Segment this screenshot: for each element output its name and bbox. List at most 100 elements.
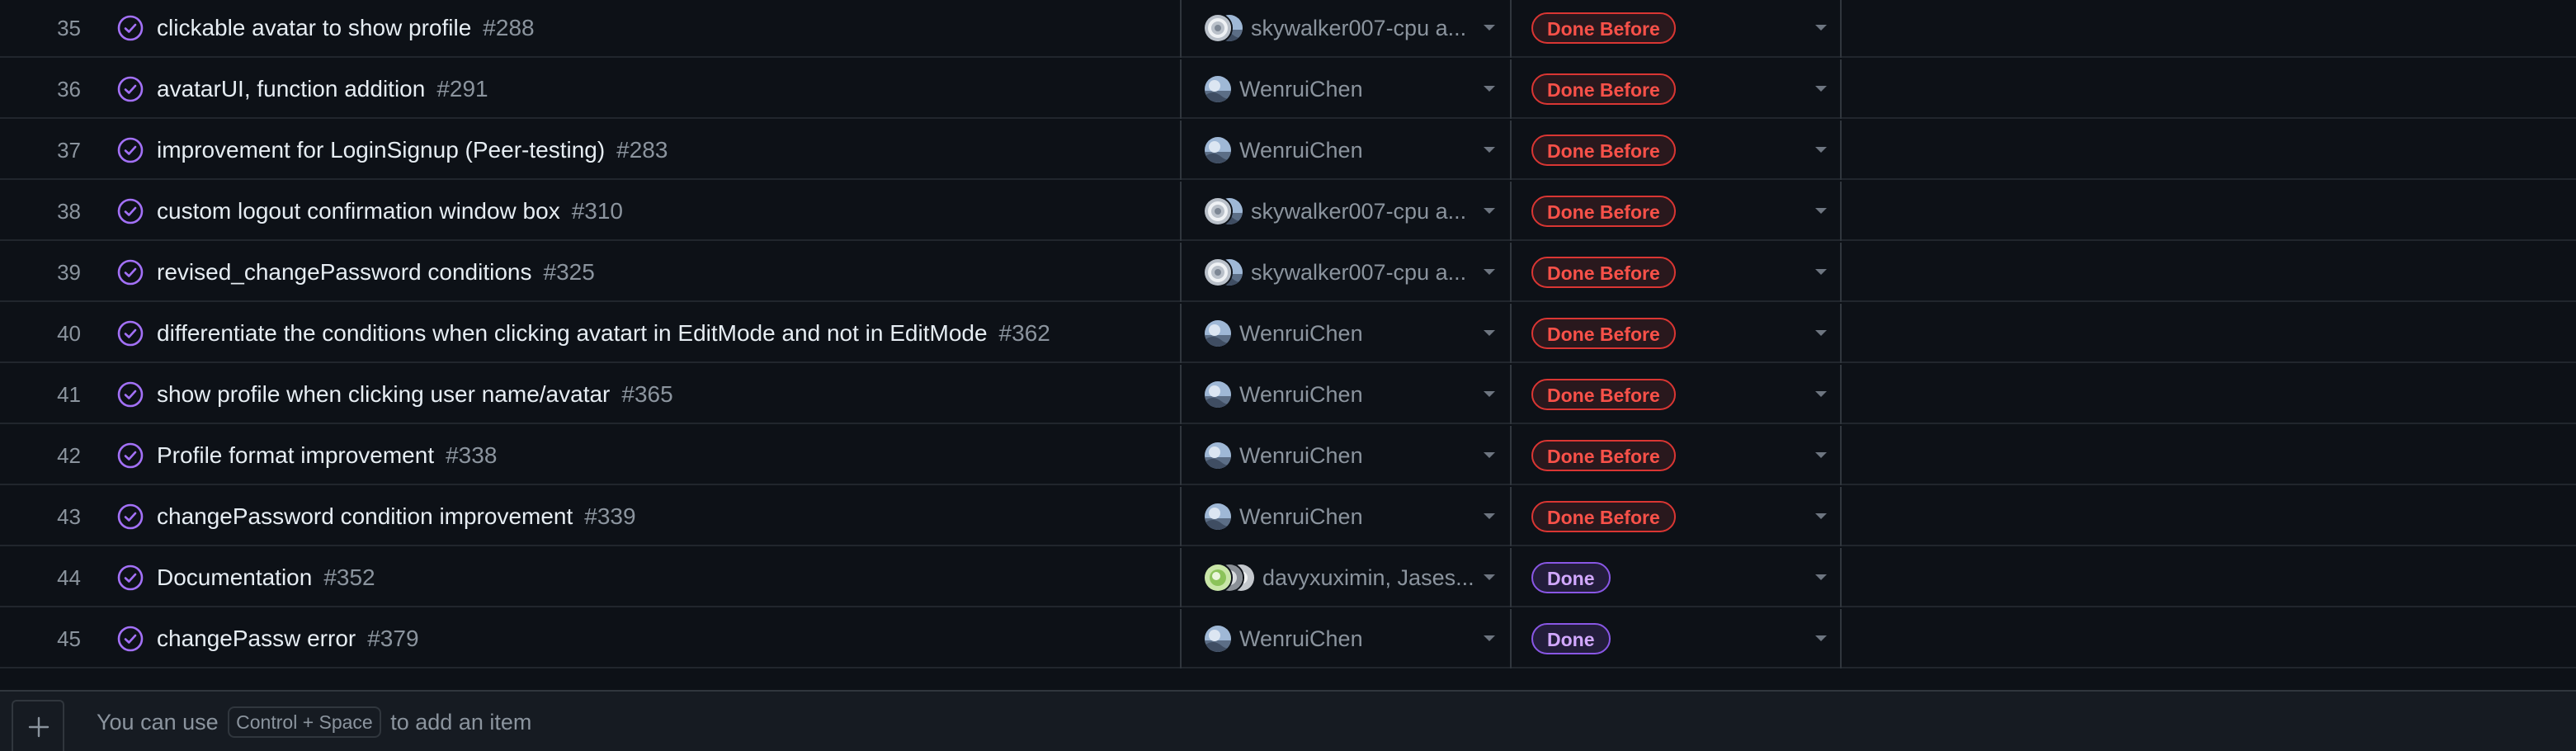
chevron-down-icon[interactable] [1484, 635, 1495, 641]
chevron-down-icon[interactable] [1815, 330, 1827, 336]
assignees-cell[interactable]: skywalker007-cpu a... [1182, 0, 1510, 58]
status-cell[interactable]: Done Before [1513, 426, 1840, 485]
status-cell[interactable]: Done Before [1513, 59, 1840, 119]
issue-number: #379 [367, 626, 419, 651]
status-cell[interactable]: Done [1513, 548, 1840, 607]
item-title[interactable]: revised_changePassword conditions [157, 259, 532, 285]
chevron-down-icon[interactable] [1815, 452, 1827, 458]
chevron-down-icon[interactable] [1484, 147, 1495, 153]
table-row[interactable]: 41 show profile when clicking user name/a… [0, 365, 2576, 424]
chevron-down-icon[interactable] [1815, 391, 1827, 397]
add-item-hint[interactable]: You can use Control + Space to add an it… [97, 692, 531, 751]
row-number: 36 [57, 77, 81, 102]
item-title[interactable]: show profile when clicking user name/ava… [157, 381, 610, 407]
chevron-down-icon[interactable] [1484, 452, 1495, 458]
issue-closed-icon [117, 442, 144, 469]
item-title-cell[interactable]: changePassword condition improvement #339 [157, 487, 636, 546]
chevron-down-icon[interactable] [1484, 25, 1495, 31]
item-title[interactable]: improvement for LoginSignup (Peer-testin… [157, 137, 605, 163]
assignees-cell[interactable]: WenruiChen [1182, 304, 1510, 363]
avatar [1203, 502, 1233, 531]
item-title[interactable]: Profile format improvement [157, 442, 434, 468]
assignees-cell[interactable]: skywalker007-cpu a... [1182, 243, 1510, 302]
item-title-cell[interactable]: custom logout confirmation window box #31… [157, 182, 623, 241]
table-row[interactable]: 43 changePassword condition improvement #3… [0, 487, 2576, 546]
chevron-down-icon[interactable] [1484, 269, 1495, 275]
chevron-down-icon[interactable] [1484, 208, 1495, 214]
column-divider [1510, 304, 1512, 363]
row-number: 37 [57, 138, 81, 163]
column-divider [1840, 609, 1842, 668]
chevron-down-icon[interactable] [1815, 269, 1827, 275]
item-title-cell[interactable]: clickable avatar to show profile #288 [157, 0, 535, 58]
table-row[interactable]: 42 Profile format improvement #338 WenruiCh… [0, 426, 2576, 485]
table-row[interactable]: 45 changePassw error #379 WenruiChen Done [0, 609, 2576, 668]
assignees-cell[interactable]: WenruiChen [1182, 426, 1510, 485]
chevron-down-icon[interactable] [1815, 635, 1827, 641]
status-cell[interactable]: Done Before [1513, 487, 1840, 546]
table-row[interactable]: 39 revised_changePassword conditions #325 s… [0, 243, 2576, 302]
item-title-cell[interactable]: show profile when clicking user name/ava… [157, 365, 673, 424]
column-divider [1840, 0, 1842, 58]
item-title-cell[interactable]: improvement for LoginSignup (Peer-testin… [157, 120, 668, 180]
item-title[interactable]: changePassw error [157, 626, 356, 651]
assignees-cell[interactable]: WenruiChen [1182, 609, 1510, 668]
status-cell[interactable]: Done Before [1513, 182, 1840, 241]
avatar [1203, 380, 1233, 409]
assignees-cell[interactable]: WenruiChen [1182, 59, 1510, 119]
assignees-cell[interactable]: WenruiChen [1182, 120, 1510, 180]
table-row[interactable]: 44 Documentation #352 davyxuximin, Jases...… [0, 548, 2576, 607]
assignees-cell[interactable]: WenruiChen [1182, 365, 1510, 424]
issue-number: #339 [584, 503, 636, 529]
chevron-down-icon[interactable] [1484, 513, 1495, 519]
assignees-cell[interactable]: davyxuximin, Jases... [1182, 548, 1510, 607]
chevron-down-icon[interactable] [1815, 25, 1827, 31]
chevron-down-icon[interactable] [1815, 86, 1827, 92]
status-cell[interactable]: Done Before [1513, 243, 1840, 302]
chevron-down-icon[interactable] [1484, 391, 1495, 397]
chevron-down-icon[interactable] [1815, 147, 1827, 153]
item-title[interactable]: custom logout confirmation window box [157, 198, 560, 224]
column-divider [1840, 182, 1842, 241]
chevron-down-icon[interactable] [1815, 574, 1827, 580]
item-title[interactable]: changePassword condition improvement [157, 503, 573, 529]
status-cell[interactable]: Done Before [1513, 120, 1840, 180]
column-divider [1510, 243, 1512, 302]
status-cell[interactable]: Done Before [1513, 304, 1840, 363]
status-cell[interactable]: Done Before [1513, 0, 1840, 58]
avatar [1203, 441, 1233, 470]
item-title[interactable]: clickable avatar to show profile [157, 15, 471, 40]
item-title[interactable]: avatarUI, function addition [157, 76, 425, 102]
assignees-cell[interactable]: skywalker007-cpu a... [1182, 182, 1510, 241]
assignees-cell[interactable]: WenruiChen [1182, 487, 1510, 546]
column-divider [1510, 182, 1512, 241]
chevron-down-icon[interactable] [1484, 86, 1495, 92]
chevron-down-icon[interactable] [1815, 208, 1827, 214]
table-row[interactable]: 36 avatarUI, function addition #291 WenruiC… [0, 59, 2576, 119]
item-title[interactable]: differentiate the conditions when clicki… [157, 320, 988, 346]
item-title[interactable]: Documentation [157, 564, 312, 590]
item-title-cell[interactable]: Documentation #352 [157, 548, 375, 607]
table-row[interactable]: 35 clickable avatar to show profile #288 sk… [0, 0, 2576, 58]
row-number: 39 [57, 260, 81, 285]
table-row[interactable]: 38 custom logout confirmation window box #… [0, 182, 2576, 241]
add-item-button[interactable] [12, 700, 64, 751]
column-divider [1840, 243, 1842, 302]
assignee-names: skywalker007-cpu a... [1251, 16, 1467, 40]
avatar [1203, 563, 1233, 593]
table-row[interactable]: 40 differentiate the conditions when clic… [0, 304, 2576, 363]
chevron-down-icon[interactable] [1815, 513, 1827, 519]
item-title-cell[interactable]: avatarUI, function addition #291 [157, 59, 488, 119]
status-badge: Done Before [1531, 257, 1676, 288]
item-title-cell[interactable]: changePassw error #379 [157, 609, 419, 668]
item-title-cell[interactable]: differentiate the conditions when clicki… [157, 304, 1050, 363]
issue-closed-icon [117, 626, 144, 652]
table-row[interactable]: 37 improvement for LoginSignup (Peer-test… [0, 120, 2576, 180]
status-cell[interactable]: Done [1513, 609, 1840, 668]
status-cell[interactable]: Done Before [1513, 365, 1840, 424]
item-title-cell[interactable]: revised_changePassword conditions #325 [157, 243, 595, 302]
chevron-down-icon[interactable] [1484, 330, 1495, 336]
chevron-down-icon[interactable] [1484, 574, 1495, 580]
item-title-cell[interactable]: Profile format improvement #338 [157, 426, 497, 485]
issue-closed-icon [117, 381, 144, 408]
